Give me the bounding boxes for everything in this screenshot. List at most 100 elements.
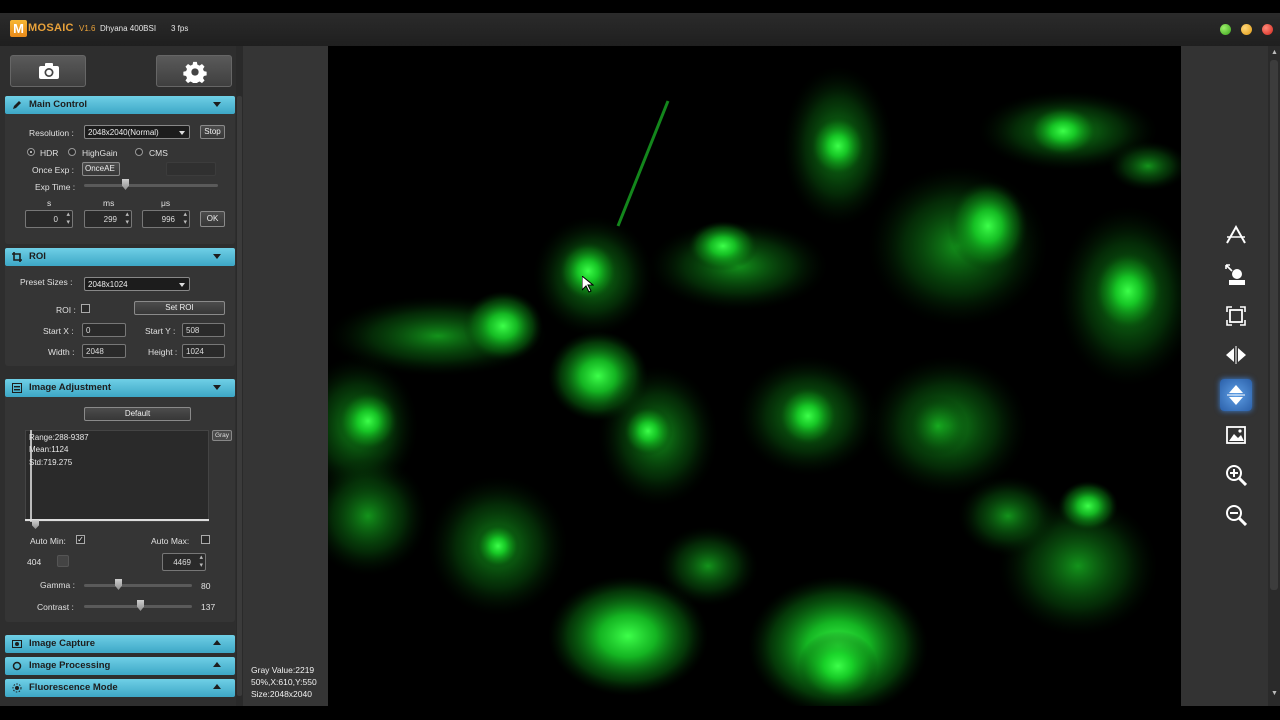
once-ae-button[interactable]: OnceAE [82, 162, 120, 176]
viewer-scrollbar[interactable]: ▲ ▼ [1268, 46, 1280, 706]
flip-horizontal-icon [1226, 346, 1246, 364]
auto-max-label: Auto Max: [151, 536, 190, 546]
image-adjust-icon [12, 383, 22, 393]
pointer-icon [581, 274, 595, 293]
maximize-button[interactable] [1220, 24, 1231, 35]
top-letterbox [0, 0, 1280, 13]
preset-sizes-value: 2048x1024 [88, 280, 128, 289]
exp-ok-button[interactable]: OK [200, 211, 225, 227]
roi-enable-checkbox[interactable] [81, 304, 90, 313]
start-y-label: Start Y : [145, 326, 176, 336]
disabled-button [166, 162, 216, 176]
image-capture-header[interactable]: Image Capture [5, 635, 235, 653]
exp-ms-stepper[interactable]: 299 [84, 210, 132, 228]
zoom-out-button[interactable] [1220, 499, 1252, 531]
exp-us-stepper[interactable]: 996 [142, 210, 190, 228]
contrast-value: 137 [201, 602, 216, 612]
resolution-select[interactable]: 2048x2040(Normal) [84, 125, 190, 139]
chevron-down-icon [213, 254, 221, 259]
live-image-view[interactable] [328, 46, 1181, 706]
zoom-region-icon [1225, 264, 1245, 285]
default-button[interactable]: Default [84, 407, 191, 421]
chevron-down-icon [213, 385, 221, 390]
set-roi-button[interactable]: Set ROI [134, 301, 225, 315]
start-y-field[interactable]: 508 [182, 323, 225, 337]
fluorescence-mode-title: Fluorescence Mode [29, 682, 118, 693]
settings-button[interactable] [156, 55, 232, 87]
image-capture-title: Image Capture [29, 638, 95, 649]
image-processing-title: Image Processing [29, 660, 111, 671]
viewer-scrollbar-thumb[interactable] [1270, 60, 1278, 590]
tool-strip [1181, 46, 1268, 706]
zoom-region-button[interactable] [1220, 259, 1252, 291]
camera-model: Dhyana 400BSI [100, 24, 157, 33]
histogram-std: Std:719.275 [29, 458, 73, 467]
zoom-out-icon [1226, 505, 1247, 526]
histogram-mean: Mean:1124 [29, 445, 69, 454]
app-logo-icon: M [10, 20, 27, 37]
exp-time-slider[interactable] [84, 184, 218, 187]
fit-window-button[interactable] [1220, 300, 1252, 332]
preset-sizes-label: Preset Sizes : [20, 277, 73, 287]
width-label: Width : [48, 347, 75, 357]
image-size-readout: Size:2048x2040 [251, 689, 312, 699]
app-name: MOSAIC [28, 22, 74, 34]
fluorescence-icon [12, 683, 22, 693]
chevron-up-icon [213, 662, 221, 667]
app-version: V1.6 [79, 24, 96, 33]
flip-horizontal-button[interactable] [1220, 339, 1252, 371]
zoom-in-button[interactable] [1220, 459, 1252, 491]
max-value-stepper[interactable]: 4469 [162, 553, 206, 571]
camera-icon [39, 63, 59, 79]
height-label: Height : [148, 347, 178, 357]
stop-button[interactable]: Stop [200, 125, 225, 139]
histogram [25, 430, 209, 522]
unit-s-label: s [47, 198, 52, 208]
width-field[interactable]: 2048 [82, 344, 126, 358]
capture-button[interactable] [10, 55, 86, 87]
scrollbar-thumb[interactable] [237, 96, 242, 696]
processing-icon [12, 661, 22, 671]
fit-window-icon [1226, 306, 1246, 326]
auto-max-checkbox[interactable] [201, 535, 210, 544]
image-icon [1226, 426, 1246, 444]
gray-mode-button[interactable]: Gray [212, 430, 232, 441]
mode-cms-radio[interactable] [135, 148, 143, 156]
image-view-button[interactable] [1220, 419, 1252, 451]
scroll-down-icon[interactable]: ▼ [1271, 690, 1278, 697]
auto-exposure-button[interactable] [1220, 219, 1252, 251]
main-control-header[interactable]: Main Control [5, 96, 235, 114]
flip-vertical-button[interactable] [1220, 379, 1252, 411]
auto-min-checkbox[interactable]: ✓ [76, 535, 85, 544]
gamma-value: 80 [201, 581, 211, 591]
image-processing-header[interactable]: Image Processing [5, 657, 235, 675]
chevron-down-icon [179, 283, 185, 287]
roi-enable-label: ROI : [56, 305, 76, 315]
exp-seconds-stepper[interactable]: 0 [25, 210, 73, 228]
min-stepper[interactable] [57, 555, 69, 567]
fluorescence-mode-header[interactable]: Fluorescence Mode [5, 679, 235, 697]
scroll-up-icon[interactable]: ▲ [1271, 49, 1278, 56]
close-button[interactable] [1262, 24, 1273, 35]
roi-header[interactable]: ROI [5, 248, 235, 266]
resolution-label: Resolution : [29, 128, 74, 138]
minimize-button[interactable] [1241, 24, 1252, 35]
viewer-gutter [243, 46, 328, 706]
contrast-label: Contrast : [37, 602, 74, 612]
control-panel-scrollbar[interactable] [236, 46, 243, 706]
resolution-value: 2048x2040(Normal) [88, 128, 159, 137]
flip-vertical-icon [1227, 385, 1245, 405]
frame-rate: 3 fps [171, 24, 189, 33]
gamma-slider[interactable] [84, 584, 192, 587]
mode-hdr-label: HDR [40, 148, 59, 158]
mode-hdr-radio[interactable] [27, 148, 35, 156]
chevron-down-icon [179, 131, 185, 135]
title-bar [0, 13, 1280, 46]
height-field[interactable]: 1024 [182, 344, 225, 358]
zoom-in-icon [1226, 465, 1247, 486]
preset-sizes-select[interactable]: 2048x1024 [84, 277, 190, 291]
mode-cms-label: CMS [149, 148, 168, 158]
mode-highgain-radio[interactable] [68, 148, 76, 156]
image-adjustment-header[interactable]: Image Adjustment [5, 379, 235, 397]
start-x-field[interactable]: 0 [82, 323, 126, 337]
